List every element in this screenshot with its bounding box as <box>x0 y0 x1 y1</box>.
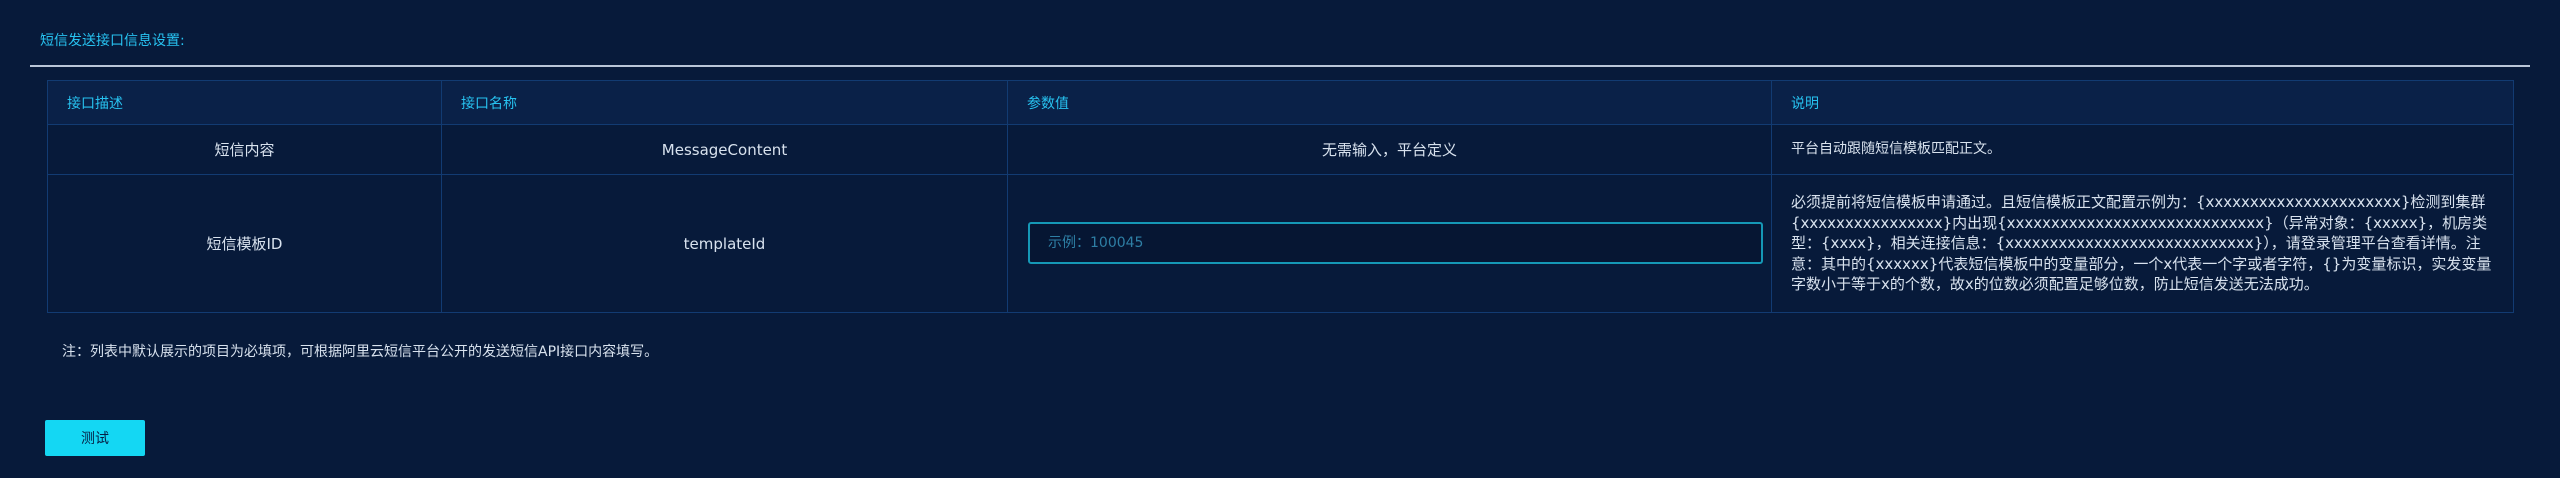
table-row: 短信模板ID templateId 必须提前将短信模板申请通过。且短信模板正文配… <box>47 174 2514 313</box>
row-value-cell <box>1007 174 1772 313</box>
table-row: 短信内容 MessageContent 无需输入，平台定义 平台自动跟随短信模板… <box>47 124 2514 175</box>
column-header-name: 接口名称 <box>441 80 1008 125</box>
row-description: 短信内容 <box>47 124 442 175</box>
table-header-row: 接口描述 接口名称 参数值 说明 <box>47 80 2514 125</box>
column-header-description: 接口描述 <box>47 80 442 125</box>
sms-interface-settings-page: 短信发送接口信息设置: 接口描述 接口名称 参数值 说明 短信内容 Messag… <box>0 0 2560 478</box>
template-id-field <box>1028 222 1763 264</box>
row-note: 平台自动跟随短信模板匹配正文。 <box>1771 124 2514 175</box>
row-interface-name: MessageContent <box>441 124 1008 175</box>
row-description: 短信模板ID <box>47 174 442 313</box>
template-id-input[interactable] <box>1030 224 1761 262</box>
test-button[interactable]: 测试 <box>45 420 145 456</box>
row-note: 必须提前将短信模板申请通过。且短信模板正文配置示例为：{xxxxxxxxxxxx… <box>1771 174 2514 313</box>
row-interface-name: templateId <box>441 174 1008 313</box>
footer-note: 注：列表中默认展示的项目为必填项，可根据阿里云短信平台公开的发送短信API接口内… <box>62 344 659 360</box>
interface-params-table: 接口描述 接口名称 参数值 说明 短信内容 MessageContent 无需输… <box>47 80 2514 313</box>
row-value-text: 无需输入，平台定义 <box>1007 124 1772 175</box>
section-title: 短信发送接口信息设置: <box>40 33 185 49</box>
title-divider <box>30 65 2530 67</box>
column-header-value: 参数值 <box>1007 80 1772 125</box>
column-header-note: 说明 <box>1771 80 2514 125</box>
